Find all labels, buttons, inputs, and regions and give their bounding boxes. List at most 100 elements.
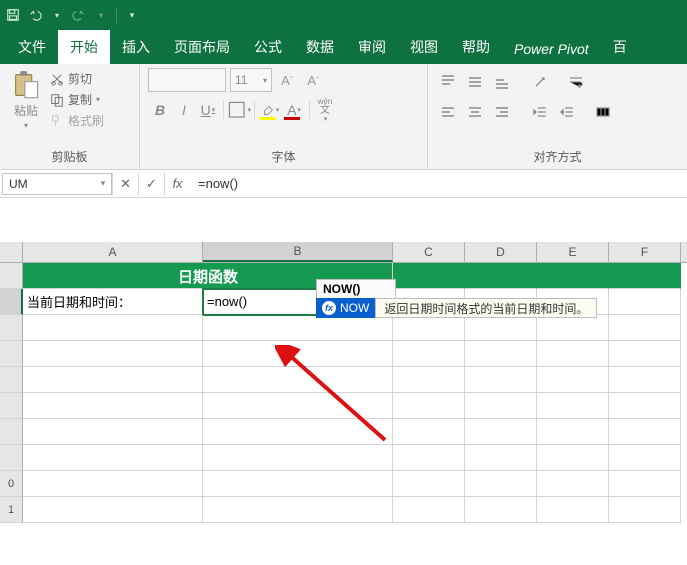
- cell[interactable]: [203, 315, 393, 341]
- fx-icon[interactable]: fx: [164, 173, 190, 195]
- cell[interactable]: [23, 315, 203, 341]
- save-icon[interactable]: [6, 8, 20, 22]
- align-bottom-button[interactable]: [490, 70, 514, 94]
- cell[interactable]: [465, 393, 537, 419]
- cell[interactable]: [609, 445, 681, 471]
- cell[interactable]: [609, 367, 681, 393]
- cancel-icon[interactable]: ✕: [112, 173, 138, 195]
- cell[interactable]: [203, 497, 393, 523]
- cell[interactable]: [609, 289, 681, 315]
- cell[interactable]: [537, 367, 609, 393]
- increase-font-icon[interactable]: Aˆ: [276, 68, 298, 92]
- orientation-button[interactable]: [528, 70, 552, 94]
- row-header[interactable]: [0, 341, 23, 367]
- row-header[interactable]: 0: [0, 471, 23, 497]
- italic-button[interactable]: I: [172, 98, 196, 122]
- paste-button[interactable]: 粘贴 ▾: [6, 68, 46, 130]
- cell[interactable]: [537, 419, 609, 445]
- align-middle-button[interactable]: [463, 70, 487, 94]
- wrap-text-button[interactable]: [564, 70, 588, 94]
- tab-data[interactable]: 数据: [294, 30, 346, 64]
- cell[interactable]: [23, 263, 203, 289]
- tab-review[interactable]: 审阅: [346, 30, 398, 64]
- tab-help[interactable]: 帮助: [450, 30, 502, 64]
- select-all-corner[interactable]: [0, 242, 23, 262]
- align-left-button[interactable]: [436, 100, 460, 124]
- cell[interactable]: [537, 315, 609, 341]
- cell[interactable]: [609, 419, 681, 445]
- enter-icon[interactable]: ✓: [138, 173, 164, 195]
- name-box[interactable]: UM ▾: [2, 173, 112, 195]
- cell[interactable]: [609, 393, 681, 419]
- align-center-button[interactable]: [463, 100, 487, 124]
- cell[interactable]: [609, 263, 681, 289]
- row-header[interactable]: [0, 445, 23, 471]
- row-header[interactable]: [0, 419, 23, 445]
- cut-button[interactable]: 剪切: [50, 70, 104, 87]
- format-painter-button[interactable]: 格式刷: [50, 112, 104, 129]
- undo-icon[interactable]: [28, 8, 42, 22]
- col-header[interactable]: E: [537, 242, 609, 262]
- cell[interactable]: 当前日期和时间：: [23, 289, 203, 315]
- row-header[interactable]: [0, 263, 23, 289]
- tab-pagelayout[interactable]: 页面布局: [162, 30, 242, 64]
- cell[interactable]: [23, 393, 203, 419]
- cell[interactable]: [537, 445, 609, 471]
- copy-button[interactable]: 复制▾: [50, 91, 104, 108]
- cell[interactable]: [23, 471, 203, 497]
- qat-customize-icon[interactable]: ▾: [125, 8, 139, 22]
- col-header[interactable]: D: [465, 242, 537, 262]
- col-header[interactable]: B: [203, 242, 393, 262]
- cell[interactable]: [465, 341, 537, 367]
- font-size-select[interactable]: 11▾: [230, 68, 272, 92]
- row-header[interactable]: [0, 315, 23, 341]
- cell[interactable]: [465, 419, 537, 445]
- cell[interactable]: [465, 445, 537, 471]
- paste-dropdown-icon[interactable]: ▾: [24, 121, 28, 130]
- cell[interactable]: [23, 419, 203, 445]
- align-top-button[interactable]: [436, 70, 460, 94]
- tab-insert[interactable]: 插入: [110, 30, 162, 64]
- underline-button[interactable]: U▾: [196, 98, 220, 122]
- cell[interactable]: [609, 315, 681, 341]
- font-name-select[interactable]: [148, 68, 226, 92]
- redo-dropdown-icon[interactable]: ▾: [94, 8, 108, 22]
- cell[interactable]: [23, 445, 203, 471]
- row-header[interactable]: [0, 289, 23, 315]
- font-color-button[interactable]: A▾: [282, 98, 306, 122]
- border-button[interactable]: ▾: [227, 98, 251, 122]
- tab-file[interactable]: 文件: [6, 30, 58, 64]
- name-box-dropdown-icon[interactable]: ▾: [95, 178, 111, 189]
- tab-formulas[interactable]: 公式: [242, 30, 294, 64]
- tab-powerpivot[interactable]: Power Pivot: [502, 34, 601, 64]
- col-header[interactable]: F: [609, 242, 681, 262]
- tab-view[interactable]: 视图: [398, 30, 450, 64]
- cell[interactable]: [393, 315, 465, 341]
- tab-baidu[interactable]: 百: [601, 30, 639, 64]
- cell[interactable]: [393, 471, 465, 497]
- cell[interactable]: [609, 497, 681, 523]
- increase-indent-button[interactable]: [555, 100, 579, 124]
- cell[interactable]: [23, 497, 203, 523]
- cell[interactable]: [537, 471, 609, 497]
- redo-icon[interactable]: [72, 8, 86, 22]
- phonetic-button[interactable]: wén文▾: [313, 98, 337, 122]
- cell[interactable]: [537, 497, 609, 523]
- cell[interactable]: [393, 497, 465, 523]
- tab-home[interactable]: 开始: [58, 30, 110, 64]
- row-header[interactable]: [0, 393, 23, 419]
- cell[interactable]: [609, 471, 681, 497]
- cell[interactable]: [23, 341, 203, 367]
- cell[interactable]: [465, 315, 537, 341]
- undo-dropdown-icon[interactable]: ▾: [50, 8, 64, 22]
- formula-input[interactable]: =now(): [190, 173, 687, 195]
- decrease-font-icon[interactable]: Aˇ: [302, 68, 324, 92]
- bold-button[interactable]: B: [148, 98, 172, 122]
- function-suggestion[interactable]: fxNOW: [316, 298, 375, 318]
- merge-button[interactable]: [591, 100, 615, 124]
- align-right-button[interactable]: [490, 100, 514, 124]
- cell[interactable]: [465, 367, 537, 393]
- cell[interactable]: [537, 393, 609, 419]
- cell[interactable]: [537, 341, 609, 367]
- cell[interactable]: [203, 471, 393, 497]
